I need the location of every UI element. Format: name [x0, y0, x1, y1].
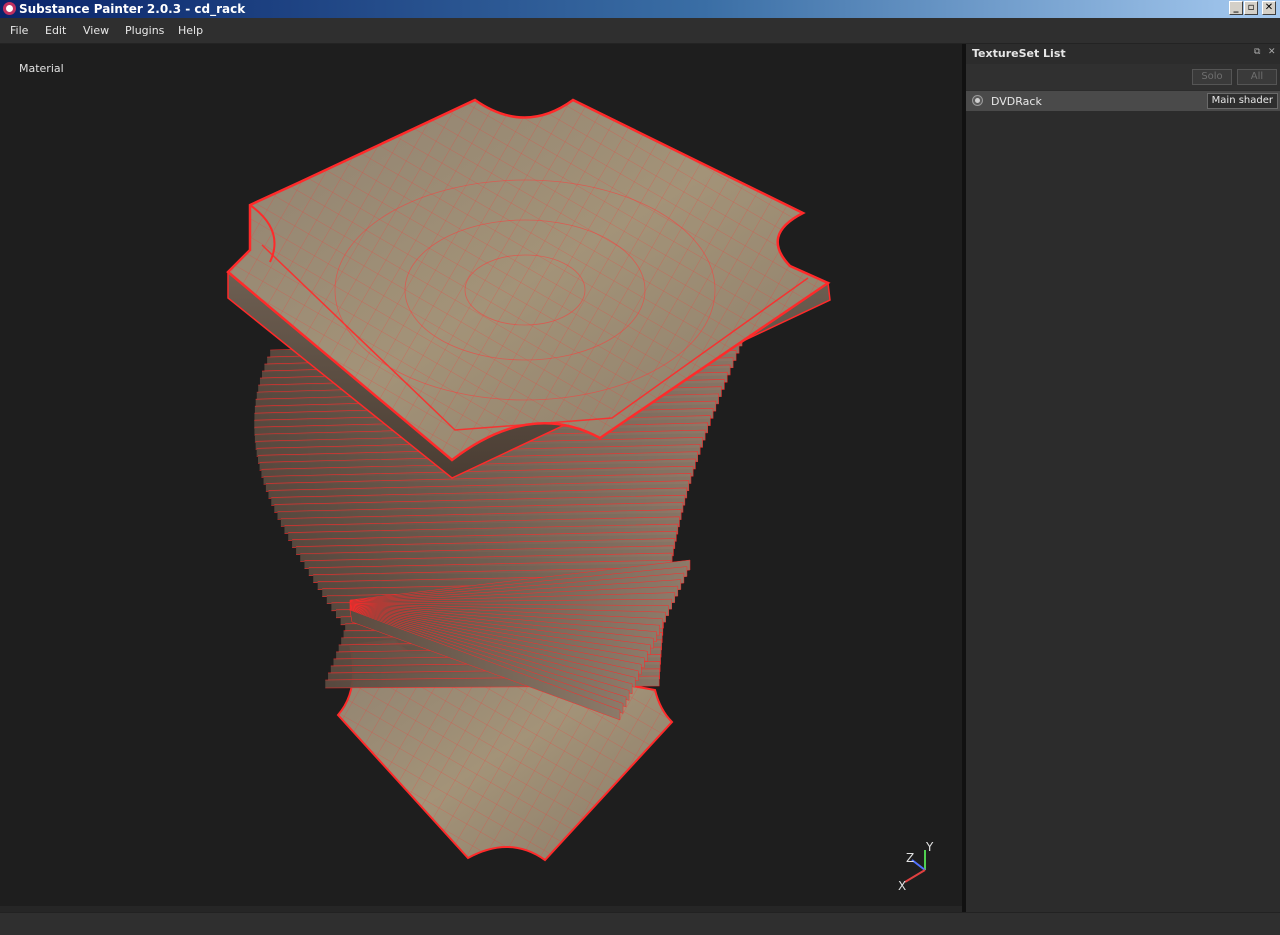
menu-file[interactable]: File: [10, 24, 28, 37]
textureset-panel: TextureSet List ⧉ ✕ Solo All DVDRack Mai…: [966, 44, 1280, 912]
substance-painter-icon: [3, 2, 16, 15]
close-button[interactable]: ✕: [1262, 1, 1276, 15]
all-button[interactable]: All: [1237, 69, 1277, 85]
menu-plugins[interactable]: Plugins: [125, 24, 164, 37]
axis-gizmo: Y Z X: [898, 840, 934, 893]
menu-bar: File Edit View Plugins Help: [0, 18, 1280, 44]
status-bar: [0, 912, 1280, 935]
close-panel-icon[interactable]: ✕: [1268, 47, 1276, 57]
panel-title: TextureSet List: [972, 47, 1066, 60]
textureset-row[interactable]: DVDRack Main shader: [966, 91, 1280, 111]
menu-edit[interactable]: Edit: [45, 24, 66, 37]
title-bar: Substance Painter 2.0.3 - cd_rack _ ▫ ✕: [0, 0, 1280, 18]
menu-help[interactable]: Help: [178, 24, 203, 37]
panel-toolbar: Solo All: [966, 64, 1280, 90]
dvd-rack-model[interactable]: Y Z X: [0, 44, 962, 906]
menu-view[interactable]: View: [83, 24, 109, 37]
axis-z-label: Z: [906, 851, 914, 865]
maximize-button[interactable]: ▫: [1244, 1, 1258, 15]
panel-header: TextureSet List ⧉ ✕: [966, 44, 1280, 64]
textureset-visibility-radio[interactable]: [972, 95, 983, 106]
axis-y-label: Y: [925, 840, 934, 854]
solo-button[interactable]: Solo: [1192, 69, 1232, 85]
3d-viewport[interactable]: Material Y Z X: [0, 44, 962, 906]
window-title: Substance Painter 2.0.3 - cd_rack: [19, 2, 246, 16]
minimize-button[interactable]: _: [1229, 1, 1243, 15]
axis-x-label: X: [898, 879, 906, 893]
undock-icon[interactable]: ⧉: [1254, 47, 1260, 57]
shader-select-button[interactable]: Main shader: [1206, 93, 1278, 109]
textureset-name: DVDRack: [991, 95, 1042, 108]
